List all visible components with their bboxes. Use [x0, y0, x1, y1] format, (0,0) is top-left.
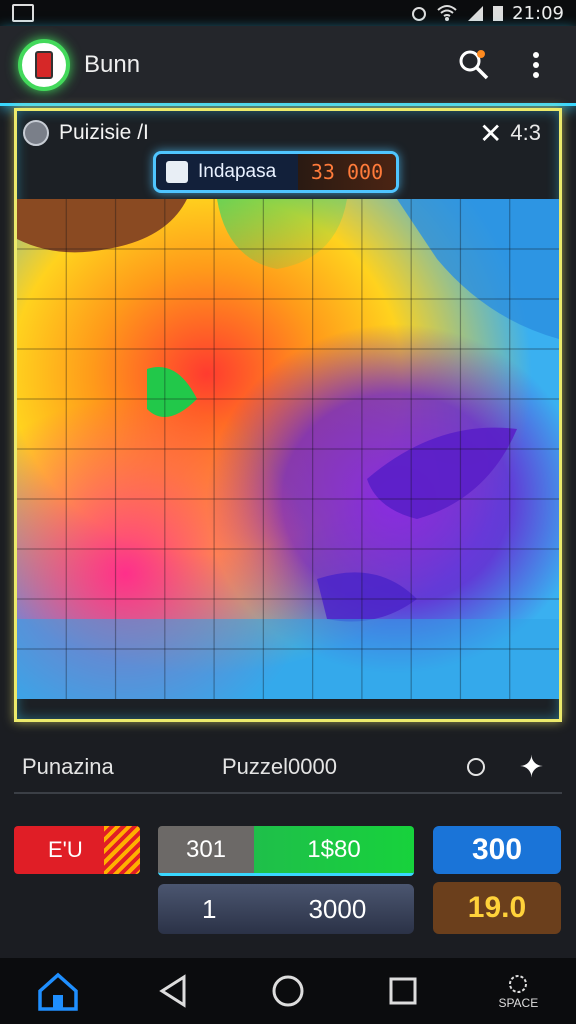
status-time: 21:09	[512, 2, 564, 24]
nav-space-label: SPACE	[498, 996, 539, 1010]
stat-bottom-tile[interactable]: 1 3000	[158, 884, 414, 934]
stat-bottom-right: 3000	[308, 893, 367, 924]
stat-mid-right: 1$80	[254, 826, 414, 873]
puzzle-board[interactable]	[17, 199, 559, 699]
wifi-icon	[437, 5, 457, 21]
puzzle-board-image	[17, 199, 559, 699]
back-icon	[158, 974, 186, 1008]
edit-icon	[166, 161, 188, 183]
stat-red-tile[interactable]: E'U	[14, 826, 140, 874]
search-icon	[459, 49, 489, 79]
panel-header: Puizisie /I ✕ 4:3	[17, 111, 559, 155]
close-icon[interactable]: ✕	[479, 117, 502, 150]
more-vert-icon	[533, 51, 539, 78]
nav-back[interactable]	[143, 961, 203, 1021]
stat-red-label: E'U	[48, 837, 83, 862]
home-icon	[37, 972, 78, 1011]
search-button[interactable]	[452, 43, 496, 87]
signal-icon	[468, 6, 484, 21]
stat-bottom-left: 1	[202, 893, 217, 924]
nav-home[interactable]	[28, 961, 88, 1021]
square-icon	[389, 977, 417, 1005]
alarm-icon	[412, 7, 427, 21]
sparkle-icon[interactable]: ✦	[519, 750, 544, 785]
more-menu-button[interactable]	[514, 43, 558, 87]
battery-icon	[493, 6, 504, 21]
stat-gold-tile[interactable]: 19.0	[433, 882, 561, 934]
puzzle-title: Puizisie /I	[59, 121, 149, 144]
app-bar: Bunn	[0, 26, 576, 106]
logo-icon	[35, 50, 53, 79]
circle-icon	[272, 975, 304, 1007]
nav-space[interactable]: SPACE	[488, 961, 548, 1021]
puzzle-avatar-icon	[23, 120, 49, 146]
footer-center-label: Puzzel0000	[222, 754, 337, 779]
stat-mid-left: 301	[158, 826, 254, 873]
score-chip: Indapasa 33 000	[153, 151, 399, 193]
nav-bar: SPACE	[0, 958, 576, 1024]
stat-blue-tile[interactable]: 300	[433, 826, 561, 874]
footer-left-label: Punazina	[22, 754, 114, 779]
stat-mid-tile[interactable]: 301 1$80	[158, 826, 414, 876]
circle-icon[interactable]	[466, 758, 485, 776]
stripes-decoration	[104, 826, 140, 874]
nav-recents[interactable]	[373, 961, 433, 1021]
puzzle-footer: Punazina Puzzel0000 ✦	[14, 742, 562, 794]
status-bar: 21:09	[0, 0, 576, 26]
chip-label: Indapasa	[198, 161, 277, 182]
puzzle-panel: Puizisie /I ✕ 4:3 Indapasa 33 000	[14, 108, 562, 722]
timer: 4:3	[510, 120, 541, 145]
app-logo[interactable]	[18, 38, 70, 91]
gallery-icon	[12, 4, 34, 22]
status-right: 21:09	[410, 3, 564, 24]
nav-home-circle[interactable]	[258, 961, 318, 1021]
space-icon	[509, 975, 528, 993]
chip-value: 33 000	[298, 154, 396, 190]
app-title: Bunn	[84, 50, 141, 78]
